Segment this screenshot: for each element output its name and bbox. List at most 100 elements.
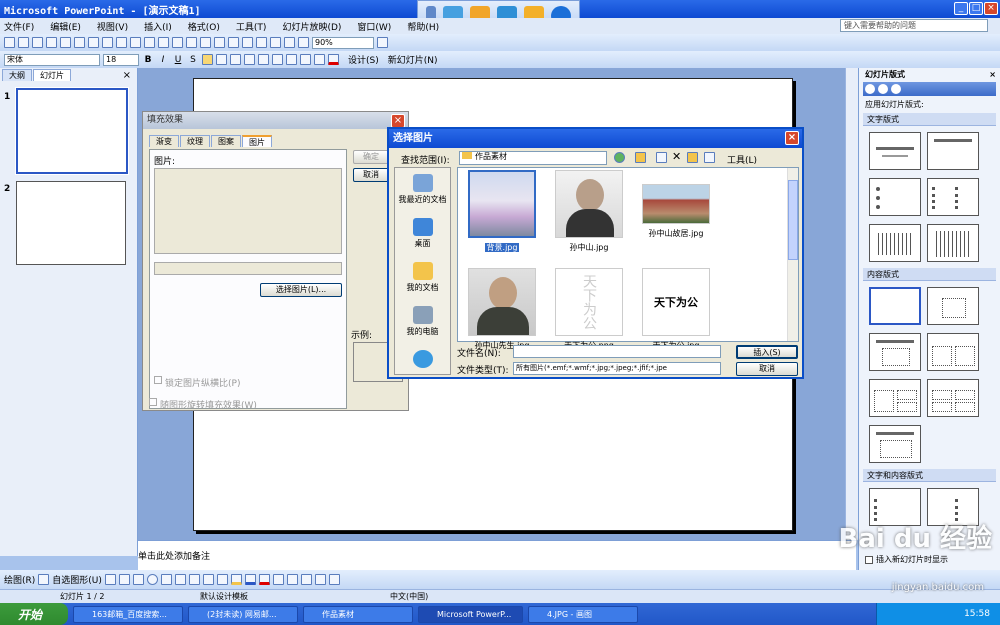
table-icon[interactable] — [228, 37, 239, 48]
autoshape-menu[interactable]: 自选图形(U) — [52, 573, 102, 586]
tab-pattern[interactable]: 图案 — [211, 135, 241, 147]
format-painter-icon[interactable] — [172, 37, 183, 48]
decrease-font-icon[interactable] — [286, 54, 297, 65]
taskbar-item-browser-2[interactable]: (2封未读) 网易邮... — [188, 605, 298, 623]
increase-font-icon[interactable] — [272, 54, 283, 65]
layout-title-slide[interactable] — [869, 132, 921, 170]
fill-ok-button[interactable]: 确定 — [353, 150, 389, 164]
font-color-icon[interactable] — [328, 54, 339, 65]
chart-icon[interactable] — [214, 37, 225, 48]
menu-help[interactable]: 帮助(H) — [407, 20, 439, 33]
redo-icon[interactable] — [200, 37, 211, 48]
layout-blank[interactable] — [869, 287, 921, 325]
undo-icon[interactable] — [186, 37, 197, 48]
save-icon[interactable] — [32, 37, 43, 48]
underline-button[interactable]: U — [172, 55, 184, 65]
picker-cancel-button[interactable]: 取消 — [736, 362, 798, 376]
layout-title-content[interactable] — [869, 333, 921, 371]
layout-title-four-content[interactable] — [927, 379, 979, 417]
draw-menu[interactable]: 绘图(R) — [4, 573, 35, 586]
picker-close-button[interactable]: × — [785, 131, 799, 145]
oval-icon[interactable] — [146, 574, 158, 585]
notes-pane[interactable]: 单击此处添加备注 — [138, 540, 856, 570]
line-color-icon[interactable] — [244, 574, 256, 585]
open-icon[interactable] — [18, 37, 29, 48]
zoom-select[interactable]: 90% — [312, 36, 374, 49]
delete-icon[interactable]: ✕ — [672, 150, 681, 163]
up-folder-icon[interactable] — [635, 152, 646, 163]
taskbar-item-browser-1[interactable]: 163邮箱_百度搜索... — [73, 605, 183, 623]
fill-dialog-close-button[interactable]: × — [391, 114, 405, 128]
show-on-insert-option[interactable]: 插入新幻灯片时显示 — [865, 554, 948, 565]
wordart-icon[interactable] — [174, 574, 186, 585]
dash-style-icon[interactable] — [286, 574, 298, 585]
restore-button[interactable]: □ — [969, 2, 983, 15]
line-style-icon[interactable] — [272, 574, 284, 585]
menu-window[interactable]: 窗口(W) — [357, 20, 391, 33]
layout-vertical-title-text[interactable] — [927, 224, 979, 262]
file-item[interactable]: 孙中山.jpg — [553, 170, 625, 253]
home-icon[interactable] — [891, 84, 901, 94]
3d-style-icon[interactable] — [328, 574, 340, 585]
file-item[interactable]: 背景.jpg — [466, 170, 538, 253]
show-on-insert-checkbox[interactable] — [865, 555, 873, 564]
close-pane-icon[interactable]: × — [123, 70, 131, 81]
layout-content[interactable] — [927, 287, 979, 325]
place-recent[interactable]: 我最近的文档 — [395, 168, 450, 212]
new-slide-button[interactable]: 新幻灯片(N) — [388, 53, 438, 66]
bullets-icon[interactable] — [258, 54, 269, 65]
back-icon-picker[interactable] — [614, 152, 625, 163]
print-icon[interactable] — [74, 37, 85, 48]
select-picture-button[interactable]: 选择图片(L)... — [260, 283, 342, 297]
insert-button[interactable]: 插入(S) — [736, 345, 798, 359]
research-icon[interactable] — [116, 37, 127, 48]
search-web-icon[interactable] — [656, 152, 667, 163]
slide-thumbnail-1[interactable] — [15, 87, 129, 175]
permission-icon[interactable] — [46, 37, 57, 48]
place-my-computer[interactable]: 我的电脑 — [395, 300, 450, 344]
file-item[interactable]: 天下为公 天下为公.png — [553, 268, 625, 351]
new-icon[interactable] — [4, 37, 15, 48]
layout-title-content-2[interactable] — [869, 379, 921, 417]
bold-button[interactable]: B — [142, 55, 154, 65]
menu-edit[interactable]: 编辑(E) — [50, 20, 81, 33]
shadow-button[interactable]: S — [187, 55, 199, 65]
close-button[interactable]: × — [984, 2, 998, 15]
insert-picture-icon[interactable] — [216, 574, 228, 585]
align-left-icon[interactable] — [202, 54, 213, 65]
slide-scrollbar[interactable] — [845, 68, 858, 540]
taskbar-item-powerpoint[interactable]: Microsoft PowerP... — [418, 605, 523, 623]
layout-two-column-text[interactable] — [927, 178, 979, 216]
back-nav-icon[interactable] — [865, 84, 875, 94]
forward-nav-icon[interactable] — [878, 84, 888, 94]
numbering-icon[interactable] — [244, 54, 255, 65]
task-pane-close-icon[interactable]: × — [989, 70, 996, 79]
minimize-button[interactable]: _ — [954, 2, 968, 15]
copy-icon[interactable] — [144, 37, 155, 48]
cut-icon[interactable] — [130, 37, 141, 48]
fill-cancel-button[interactable]: 取消 — [353, 168, 389, 182]
tab-outline[interactable]: 大纲 — [2, 69, 32, 81]
menu-file[interactable]: 文件(F) — [4, 20, 34, 33]
font-select[interactable]: 宋体 — [4, 53, 100, 66]
preview-icon[interactable] — [88, 37, 99, 48]
arrow-style-icon[interactable] — [300, 574, 312, 585]
layout-title-large-content[interactable] — [869, 425, 921, 463]
tab-slides[interactable]: 幻灯片 — [33, 69, 71, 81]
taskbar-item-folder[interactable]: 作品素材 — [303, 605, 413, 623]
views-icon[interactable] — [704, 152, 715, 163]
diagram-icon[interactable] — [188, 574, 200, 585]
fill-color-icon[interactable] — [230, 574, 242, 585]
layout-title-only[interactable] — [927, 132, 979, 170]
hyperlink-icon[interactable] — [256, 37, 267, 48]
file-item[interactable]: 孙中山先生.jpg — [466, 268, 538, 351]
menu-format[interactable]: 格式(O) — [188, 20, 220, 33]
line-icon[interactable] — [104, 574, 116, 585]
expand-icon[interactable] — [270, 37, 281, 48]
arrow-icon[interactable] — [118, 574, 130, 585]
menu-insert[interactable]: 插入(I) — [144, 20, 172, 33]
layout-title-two-content[interactable] — [927, 333, 979, 371]
increase-indent-icon[interactable] — [314, 54, 325, 65]
tools-menu[interactable]: 工具(L) — [727, 153, 757, 166]
decrease-indent-icon[interactable] — [300, 54, 311, 65]
